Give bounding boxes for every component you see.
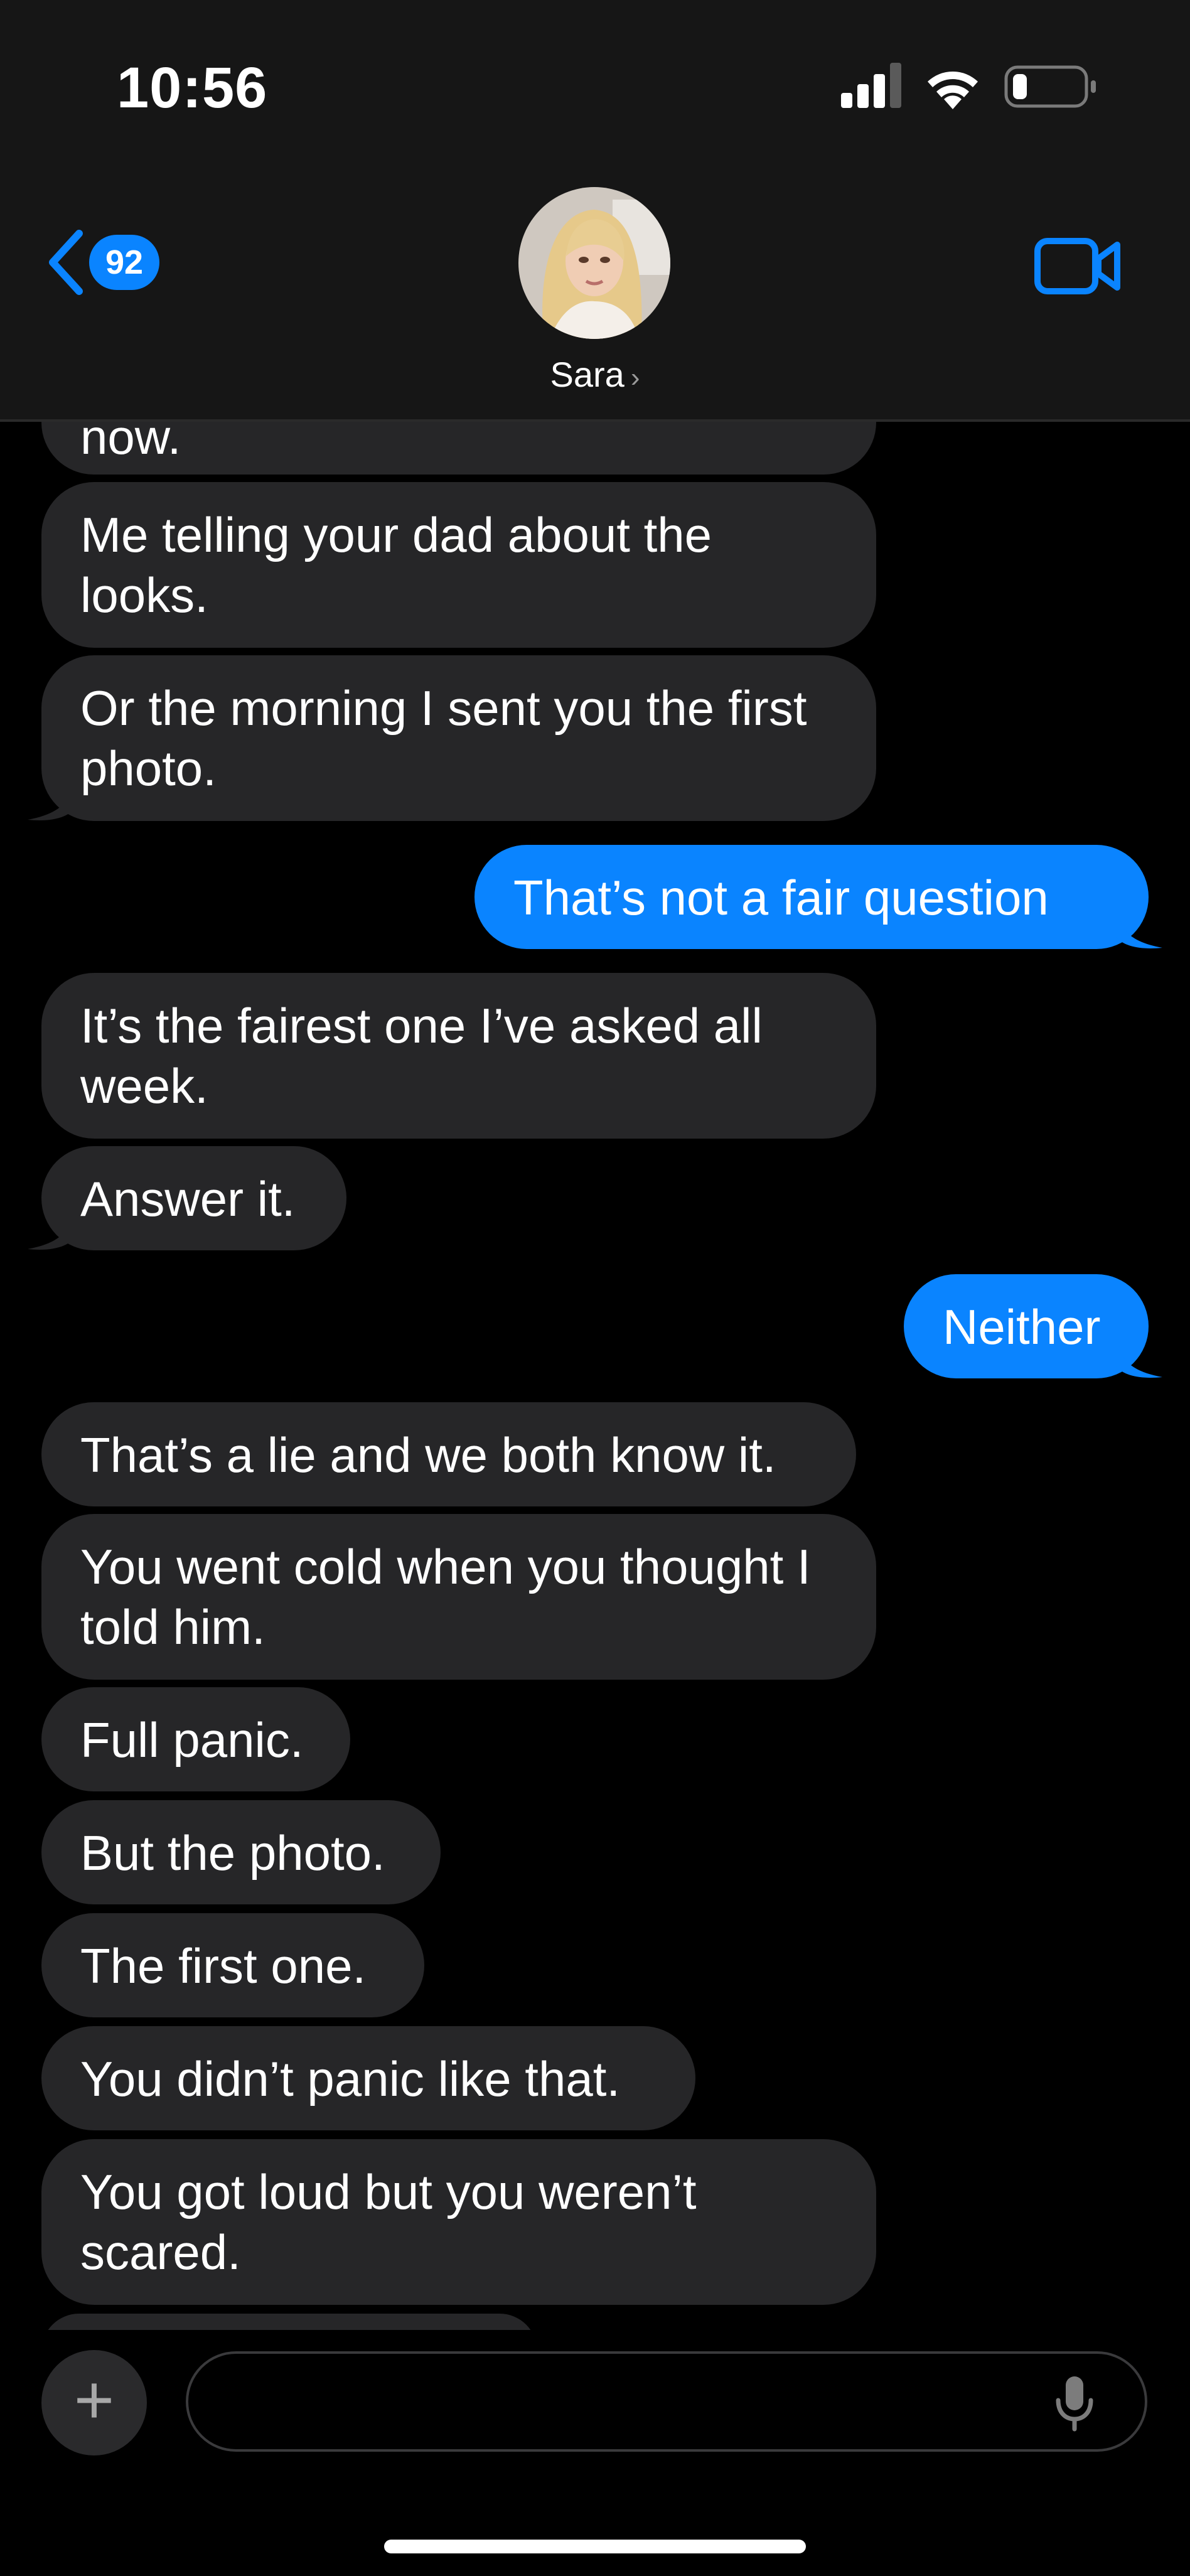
facetime-video-button[interactable] [1034,236,1122,299]
message-text: Full panic. [80,1712,304,1768]
wifi-icon [928,72,978,109]
contact-avatar[interactable] [518,187,670,339]
message-bubble-incoming[interactable]: But the photo. [41,1800,441,1904]
home-indicator[interactable] [384,2540,806,2553]
message-text: That’s not a fair question [513,870,1049,925]
cellular-signal-icon [841,63,901,108]
bubble-tail-icon [28,778,78,820]
message-bubble-incoming-partial[interactable] [41,2314,537,2330]
message-bubble-outgoing[interactable]: That’s not a fair question [474,845,1149,949]
message-text: The first one. [80,1938,367,1994]
unread-count-badge: 92 [89,235,159,290]
message-bubble-incoming[interactable]: Me telling your dad about the looks. [41,482,876,648]
message-bubble-incoming[interactable]: Or the morning I sent you the first phot… [41,655,876,821]
message-text: That’s a lie and we both know it. [80,1427,776,1483]
microphone-icon[interactable] [1052,2374,1097,2434]
message-text: It’s the fairest one I’ve asked all week… [80,998,763,1114]
message-input-field[interactable] [186,2351,1147,2452]
add-attachment-button[interactable]: + [41,2350,147,2455]
message-bubble-incoming[interactable]: You didn’t panic like that. [41,2026,695,2130]
message-bubble-incoming[interactable]: You got loud but you weren’t scared. [41,2139,876,2305]
video-camera-icon [1034,238,1120,294]
message-bubble-incoming[interactable]: Answer it. [41,1146,346,1250]
contact-name: Sara [550,355,624,394]
status-time: 10:56 [117,56,268,120]
message-text: But the photo. [80,1825,385,1881]
bubble-tail-icon [1112,1336,1162,1378]
chevron-left-icon [49,230,83,295]
message-text: Answer it. [80,1171,296,1226]
battery-low-icon [1004,65,1096,108]
message-bubble-incoming[interactable]: The first one. [41,1913,424,2017]
message-text: You went cold when you thought I told hi… [80,1539,811,1655]
message-bubble-incoming[interactable]: It’s the fairest one I’ve asked all week… [41,973,876,1139]
avatar-photo [518,187,670,339]
message-bubble-incoming[interactable]: That’s a lie and we both know it. [41,1402,856,1506]
message-text: Or the morning I sent you the first phot… [80,680,807,796]
bubble-tail-icon [28,1208,78,1250]
back-button[interactable]: 92 [46,230,159,295]
message-text: Me telling your dad about the looks. [80,507,712,623]
message-text: You didn’t panic like that. [80,2051,621,2106]
message-bubble-incoming[interactable]: Full panic. [41,1687,350,1791]
message-bubble-incoming[interactable]: You went cold when you thought I told hi… [41,1514,876,1680]
chevron-right-icon: › [630,362,640,393]
message-input[interactable] [213,2354,1032,2450]
contact-name-button[interactable]: Sara › [0,354,1190,395]
conversation-header: 10:56 92 Sara › [0,0,1190,422]
message-text: You got loud but you weren’t scared. [80,2164,697,2280]
bubble-tail-icon [1112,906,1162,948]
message-text: Neither [943,1299,1101,1355]
